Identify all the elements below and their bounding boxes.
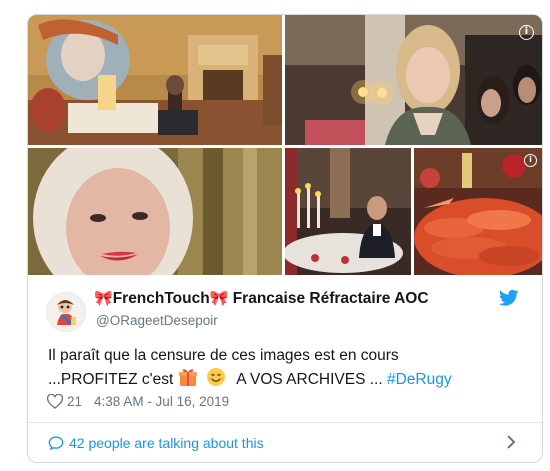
- media-grid: i i: [28, 15, 542, 275]
- ribbon-emoji: 🎀: [209, 290, 229, 307]
- user-handle[interactable]: @ORageetDesepoir: [96, 313, 218, 328]
- tweet-text: Il paraît que la censure de ces images e…: [48, 344, 528, 394]
- twitter-bird-icon[interactable]: [499, 289, 519, 307]
- tweet-text-line1: Il paraît que la censure de ces images e…: [48, 347, 399, 364]
- info-icon-secondary[interactable]: i: [524, 154, 537, 167]
- timestamp-link[interactable]: 4:38 AM - Jul 16, 2019: [94, 394, 229, 409]
- like-count[interactable]: 21: [67, 394, 82, 409]
- ribbon-emoji: 🎀: [94, 290, 113, 307]
- talking-count-link[interactable]: 42 people are talking about this: [69, 435, 264, 451]
- conversation-footer[interactable]: 42 people are talking about this: [28, 422, 542, 462]
- photo-ornate-room[interactable]: [28, 15, 282, 145]
- chevron-right-icon[interactable]: [506, 434, 516, 453]
- tweet-body: 🎀FrenchTouch🎀 Francaise Réfractaire AOC …: [28, 277, 542, 417]
- tweet-text-segment: A VOS ARCHIVES ...: [236, 371, 383, 388]
- hashtag-link[interactable]: #DeRugy: [387, 371, 452, 388]
- display-name-main: FrenchTouch: [112, 290, 210, 307]
- tweet-meta: 21 4:38 AM - Jul 16, 2019: [46, 393, 229, 412]
- display-name-rest: Francaise Réfractaire AOC: [228, 290, 429, 307]
- tweet-text-segment: ...PROFITEZ c'est: [48, 371, 174, 388]
- photo-candlelit-dinner[interactable]: i: [285, 15, 542, 145]
- photo-closeup-face[interactable]: [28, 148, 282, 275]
- tweet-text-line2: ...PROFITEZ c'est A VOS ARCHIVES ... #De…: [48, 367, 528, 394]
- display-name[interactable]: 🎀FrenchTouch🎀 Francaise Réfractaire AOC: [94, 289, 429, 308]
- embedded-tweet-card: i i 🎀FrenchTouch🎀 Francaise Réfractaire …: [27, 14, 543, 463]
- heart-icon[interactable]: [46, 393, 64, 412]
- info-icon[interactable]: i: [519, 25, 534, 40]
- photo-lobster-dish[interactable]: i: [414, 148, 542, 275]
- gift-emoji: [178, 367, 198, 394]
- smiling-face-emoji: [206, 367, 226, 394]
- avatar[interactable]: [46, 292, 86, 332]
- speech-bubble-icon: [48, 435, 64, 454]
- photo-man-at-table[interactable]: [285, 148, 411, 275]
